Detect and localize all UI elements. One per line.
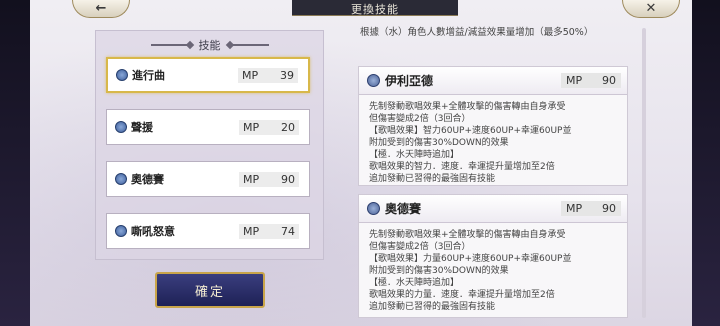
description-line: 追加發動已習得的最強固有技能	[369, 174, 496, 184]
description-line: 先制發動歌唱效果+全體攻擊的傷害轉由自身承受	[369, 102, 566, 112]
confirm-button[interactable]: 確定	[155, 272, 265, 308]
skill-detail-card: 伊利亞德 MP 90 先制發動歌唱效果+全體攻擊的傷害轉由自身承受 但傷害變成2…	[358, 66, 628, 186]
description-line: 附加受到的傷害30%DOWN的效果	[369, 138, 509, 148]
mp-label: MP	[243, 172, 260, 186]
skill-orb-icon	[367, 202, 380, 215]
left-border	[0, 0, 30, 326]
card-description: 先制發動歌唱效果+全體攻擊的傷害轉由自身承受 但傷害變成2倍（3回合） 【歌唱效…	[369, 229, 619, 313]
back-arrow-icon: ←	[95, 1, 107, 16]
back-button[interactable]: ←	[72, 0, 130, 18]
close-icon: ✕	[645, 1, 657, 16]
skill-detail-card: 奧德賽 MP 90 先制發動歌唱效果+全體攻擊的傷害轉由自身承受 但傷害變成2倍…	[358, 194, 628, 318]
card-mp: MP 90	[561, 73, 621, 88]
description-line: 歌唱效果的力量．速度．幸運提升量增加至2倍	[369, 290, 555, 300]
skill-name: 進行曲	[132, 69, 165, 82]
skill-item[interactable]: 嘶吼怒意 MP 74	[106, 213, 310, 249]
description-line: 【歌唱效果】力量60UP+速度60UP+幸運60UP並	[369, 254, 572, 264]
skill-mp: MP 90	[239, 171, 299, 187]
page-title: 更換技能	[351, 3, 399, 16]
previous-card-text: 根據（水）角色人數增益/減益效果量增加（最多50%）	[360, 27, 594, 38]
skill-orb-icon	[115, 121, 127, 133]
skill-list-panel: 技能 進行曲 MP 39 聲援 MP 20 奧德賽 MP 90 嘶吼怒意 MP …	[95, 30, 324, 260]
mp-label: MP	[243, 120, 260, 134]
mp-value: 90	[602, 202, 616, 215]
mp-label: MP	[242, 68, 259, 82]
skill-orb-icon	[116, 69, 128, 81]
mp-label: MP	[566, 74, 583, 87]
skill-item[interactable]: 奧德賽 MP 90	[106, 161, 310, 197]
title-bar: 更換技能	[292, 0, 458, 16]
description-line: 追加發動已習得的最強固有技能	[369, 302, 496, 312]
skill-name: 嘶吼怒意	[131, 225, 175, 238]
mp-value: 90	[602, 74, 616, 87]
mp-label: MP	[566, 202, 583, 215]
mp-value: 39	[280, 68, 294, 82]
ornament-left-icon	[150, 44, 191, 46]
mp-label: MP	[243, 224, 260, 238]
mp-value: 90	[281, 172, 295, 186]
card-skill-name: 奧德賽	[385, 202, 422, 216]
skill-orb-icon	[115, 173, 127, 185]
right-border	[692, 0, 720, 326]
description-line: 【歌唱效果】智力60UP+速度60UP+幸運60UP並	[369, 126, 572, 136]
description-line: 附加受到的傷害30%DOWN的效果	[369, 266, 509, 276]
mp-value: 20	[281, 120, 295, 134]
skill-name: 奧德賽	[131, 173, 164, 186]
card-mp: MP 90	[561, 201, 621, 216]
ornament-right-icon	[228, 44, 269, 46]
skill-mp: MP 74	[239, 223, 299, 239]
card-header: 伊利亞德 MP 90	[359, 67, 627, 95]
description-line: 但傷害變成2倍（3回合）	[369, 242, 471, 252]
skill-mp: MP 20	[239, 119, 299, 135]
detail-scrollbar[interactable]	[642, 28, 646, 318]
skill-item-selected[interactable]: 進行曲 MP 39	[106, 57, 310, 93]
card-header: 奧德賽 MP 90	[359, 195, 627, 223]
card-skill-name: 伊利亞德	[385, 74, 434, 88]
description-line: 【極．水天陣時追加】	[369, 278, 460, 288]
card-description: 先制發動歌唱效果+全體攻擊的傷害轉由自身承受 但傷害變成2倍（3回合） 【歌唱效…	[369, 101, 619, 185]
skill-item[interactable]: 聲援 MP 20	[106, 109, 310, 145]
description-line: 但傷害變成2倍（3回合）	[369, 114, 471, 124]
skill-detail-list[interactable]: 根據（水）角色人數增益/減益效果量增加（最多50%） 伊利亞德 MP 90 先制…	[344, 16, 644, 326]
skill-list-header: 技能	[96, 37, 323, 53]
description-line: 先制發動歌唱效果+全體攻擊的傷害轉由自身承受	[369, 230, 566, 240]
description-line: 【極．水天陣時追加】	[369, 150, 460, 160]
description-line: 歌唱效果的智力．速度．幸運提升量增加至2倍	[369, 162, 555, 172]
mp-value: 74	[281, 224, 295, 238]
skill-name: 聲援	[131, 121, 153, 134]
skill-mp: MP 39	[238, 67, 298, 83]
skill-list-title: 技能	[198, 39, 221, 52]
skill-orb-icon	[115, 225, 127, 237]
skill-orb-icon	[367, 74, 380, 87]
